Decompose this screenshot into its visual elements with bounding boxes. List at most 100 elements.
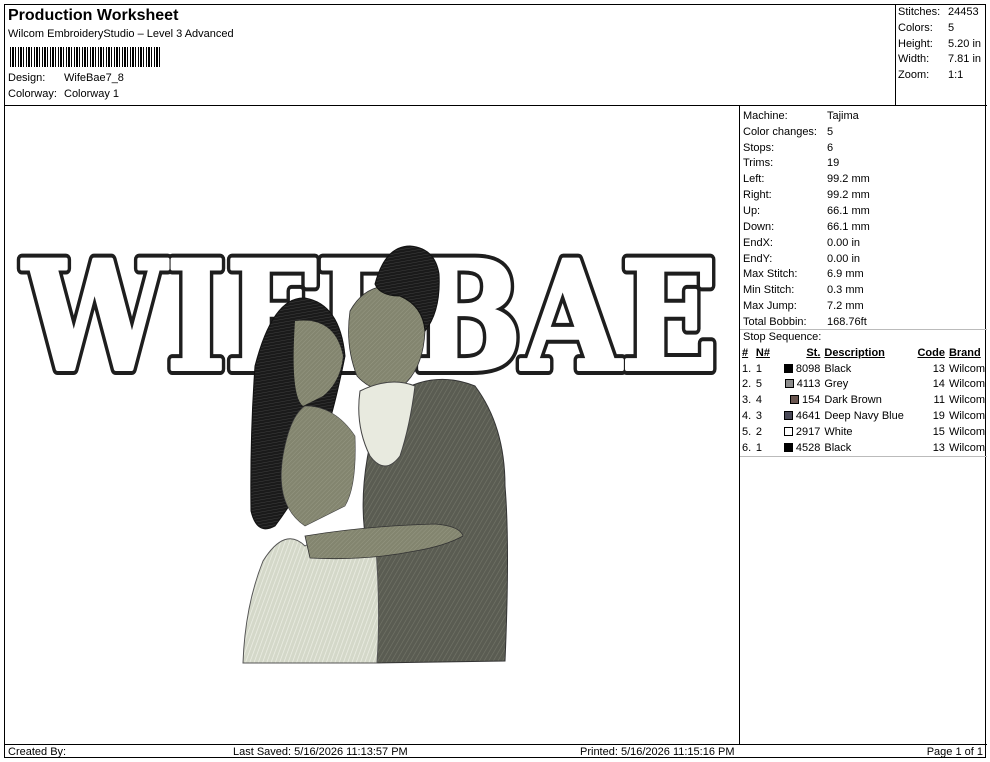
color-description: Dark Brown xyxy=(824,394,882,407)
info-label: Trims: xyxy=(743,157,774,169)
row-index: 2. xyxy=(742,378,752,391)
column-header: Description xyxy=(824,346,885,359)
info-label: Max Stitch: xyxy=(743,268,798,280)
info-value: 99.2 mm xyxy=(827,173,870,185)
table-row: 4. 3 4641 Deep Navy Blue 19 Wilcom xyxy=(740,408,987,424)
table-row: 3. 4 154 Dark Brown 11 Wilcom xyxy=(740,392,987,408)
stat-value: 5.20 in xyxy=(948,38,982,50)
color-code: 13 xyxy=(932,362,945,375)
row-index: 1. xyxy=(742,362,752,375)
design-label: Design: xyxy=(8,72,46,84)
info-value: Tajima xyxy=(827,110,859,122)
design-preview: WIFEBAE WIFEBAE xyxy=(5,106,740,744)
table-row: 2. 5 4113 Grey 14 Wilcom xyxy=(740,377,987,393)
stat-label: Stitches: xyxy=(898,6,941,18)
thread-brand: Wilcom xyxy=(948,441,985,454)
info-label: Stops: xyxy=(743,142,775,154)
info-row: Trims: 19 xyxy=(743,157,839,171)
info-row: Up: 66.1 mm xyxy=(743,205,870,219)
stitch-count: 154 xyxy=(802,394,821,407)
row-index: 4. xyxy=(742,410,752,423)
info-value: 0.00 in xyxy=(827,253,861,265)
stat-row: Height: 5.20 in xyxy=(898,38,981,52)
stop-sequence-table: # N# St. Description Code Brand 1. 1 809… xyxy=(740,345,987,456)
info-value: 5 xyxy=(827,126,834,138)
stop-sequence-title: Stop Sequence: xyxy=(743,331,822,343)
info-row: Max Jump: 7.2 mm xyxy=(743,300,864,314)
stat-value: 5 xyxy=(948,22,955,34)
color-code: 13 xyxy=(932,441,945,454)
worksheet-frame: Production Worksheet Wilcom EmbroiderySt… xyxy=(4,4,987,759)
column-header: Brand xyxy=(948,346,981,359)
colorway-value: Colorway 1 xyxy=(64,88,120,100)
color-description: Black xyxy=(824,441,852,454)
worksheet-footer: Created By: Last Saved: 5/16/2026 11:13:… xyxy=(5,744,987,759)
info-value: 0.00 in xyxy=(827,237,861,249)
info-label: Left: xyxy=(743,173,765,185)
colorway-row: Colorway: Colorway 1 xyxy=(8,88,119,100)
color-swatch xyxy=(783,442,793,452)
page-title: Production Worksheet xyxy=(8,7,179,24)
info-row: EndY: 0.00 in xyxy=(743,253,860,267)
table-header-row: # N# St. Description Code Brand xyxy=(740,345,987,361)
row-index: 5. xyxy=(742,425,752,438)
info-value: 7.2 mm xyxy=(827,300,864,312)
stat-value: 24453 xyxy=(948,6,979,18)
color-description: Black xyxy=(824,362,852,375)
color-code: 19 xyxy=(932,410,945,423)
info-value: 6 xyxy=(827,142,834,154)
stitch-count: 2917 xyxy=(795,425,821,438)
design-value: WifeBae7_8 xyxy=(64,72,124,84)
column-header: St. xyxy=(806,346,821,359)
stitch-count: 4528 xyxy=(795,441,821,454)
design-row: Design: WifeBae7_8 xyxy=(8,72,124,84)
info-row: Machine: Tajima xyxy=(743,110,859,124)
stat-row: Width: 7.81 in xyxy=(898,53,981,67)
info-row: Min Stitch: 0.3 mm xyxy=(743,284,864,298)
color-swatch xyxy=(784,379,794,389)
color-code: 11 xyxy=(933,394,945,407)
info-label: EndY: xyxy=(743,253,773,265)
info-row: Right: 99.2 mm xyxy=(743,189,870,203)
stat-row: Zoom: 1:1 xyxy=(898,69,963,83)
stat-label: Height: xyxy=(898,38,933,50)
info-label: Max Jump: xyxy=(743,300,797,312)
thread-brand: Wilcom xyxy=(948,378,985,391)
column-header: Code xyxy=(917,346,945,359)
needle-number: 2 xyxy=(755,425,763,438)
thread-brand: Wilcom xyxy=(948,362,985,375)
stitch-count: 4113 xyxy=(796,378,821,391)
needle-number: 4 xyxy=(755,394,763,407)
info-label: Machine: xyxy=(743,110,788,122)
info-label: Color changes: xyxy=(743,126,817,138)
table-row: 1. 1 8098 Black 13 Wilcom xyxy=(740,361,987,377)
stat-row: Colors: 5 xyxy=(898,22,954,36)
color-code: 14 xyxy=(932,378,945,391)
color-swatch xyxy=(783,426,793,436)
color-swatch xyxy=(789,395,799,405)
info-label: Down: xyxy=(743,221,775,233)
stitch-count: 8098 xyxy=(795,362,821,375)
info-value: 19 xyxy=(827,157,840,169)
stat-value: 1:1 xyxy=(948,69,964,81)
stitch-count: 4641 xyxy=(795,410,821,423)
stat-value: 7.81 in xyxy=(948,53,982,65)
color-code: 15 xyxy=(932,425,945,438)
color-description: Grey xyxy=(824,378,849,391)
info-label: Up: xyxy=(743,205,761,217)
stat-label: Width: xyxy=(898,53,930,65)
stat-label: Colors: xyxy=(898,22,933,34)
needle-number: 5 xyxy=(755,378,763,391)
info-label: Right: xyxy=(743,189,772,201)
column-header: # xyxy=(742,346,749,359)
needle-number: 3 xyxy=(755,410,763,423)
column-header: N# xyxy=(755,346,770,359)
info-value: 66.1 mm xyxy=(827,221,870,233)
divider xyxy=(740,456,987,457)
info-row: Down: 66.1 mm xyxy=(743,221,870,235)
design-stats: Stitches: 24453 Colors: 5 Height: 5.20 in W… xyxy=(896,5,987,106)
barcode-icon xyxy=(10,47,160,67)
thread-brand: Wilcom xyxy=(948,394,985,407)
last-saved: Last Saved: 5/16/2026 11:13:57 PM xyxy=(233,746,408,758)
divider xyxy=(740,329,987,330)
